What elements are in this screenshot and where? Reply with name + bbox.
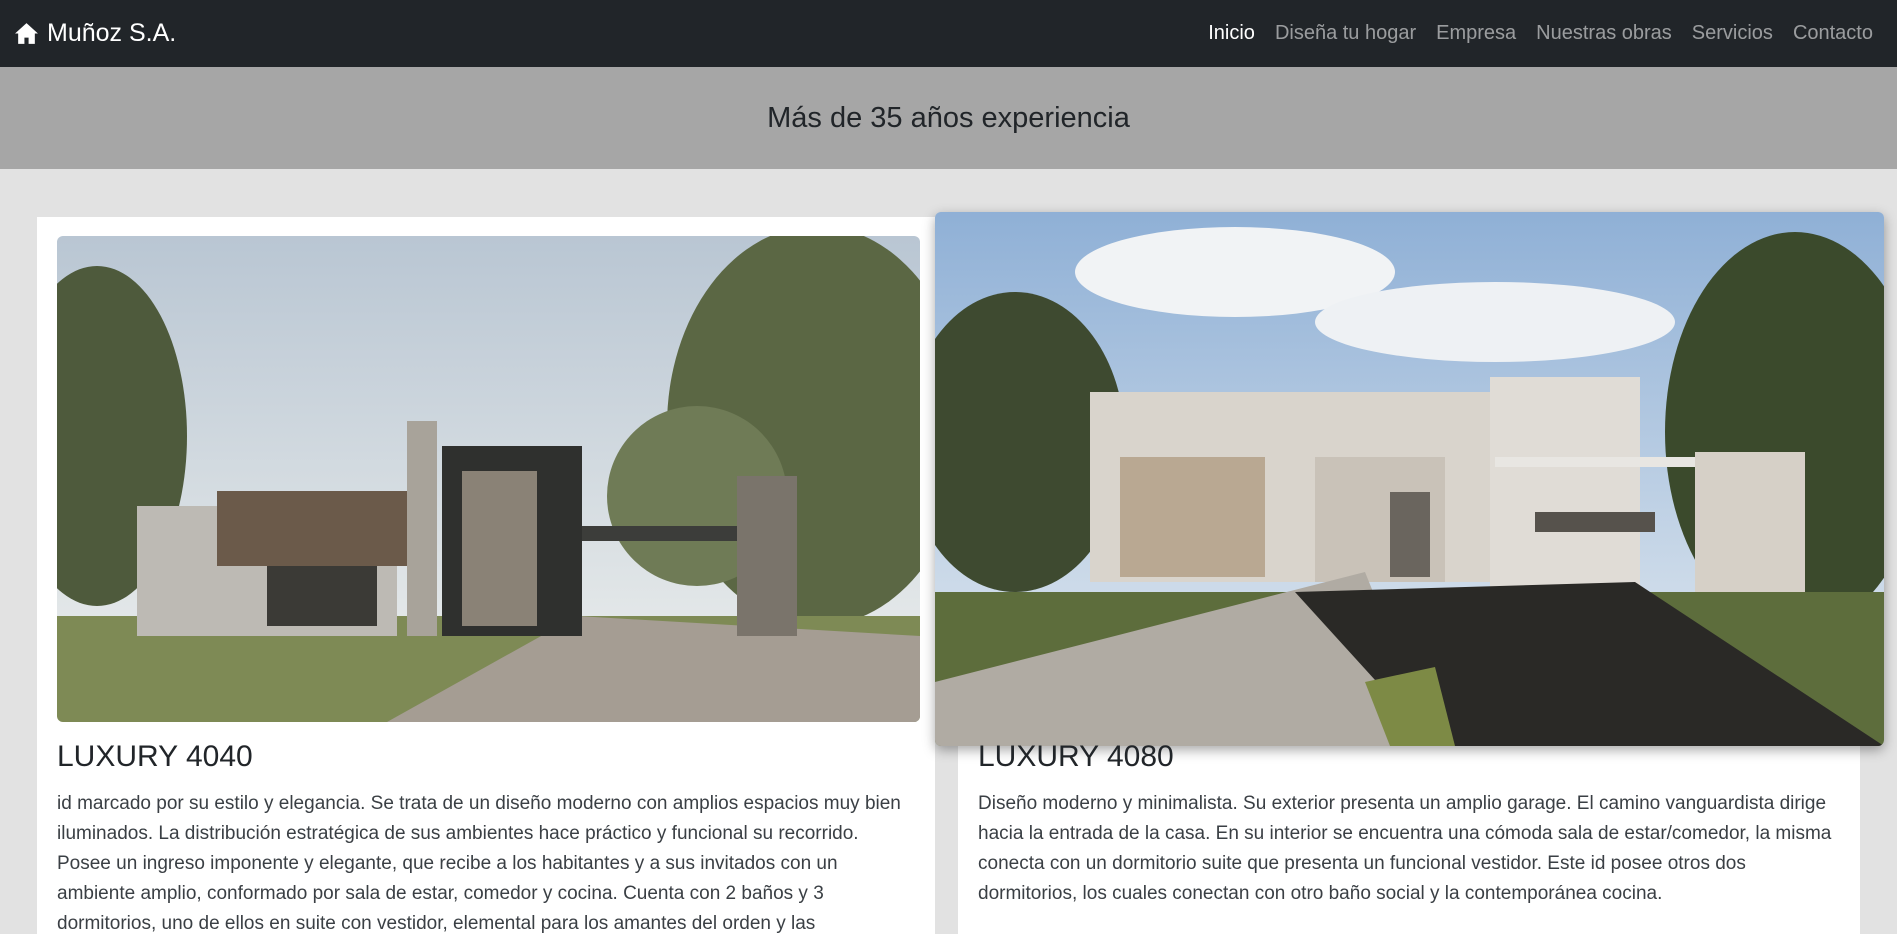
luxury-4040-description: id marcado por su estilo y elegancia. Se… (57, 793, 901, 934)
nav-links: Inicio Diseña tu hogar Empresa Nuestras … (1198, 22, 1873, 45)
nav-link-nuestras-obras[interactable]: Nuestras obras (1526, 22, 1682, 45)
luxury-4040-image[interactable] (57, 236, 920, 722)
luxury-4080-image[interactable] (935, 212, 1884, 746)
luxury-4080-title: LUXURY 4080 (978, 740, 1174, 773)
nav-link-contacto[interactable]: Contacto (1783, 22, 1873, 45)
luxury-4040-title: LUXURY 4040 (57, 740, 253, 773)
brand-link[interactable]: Muñoz S.A. (14, 19, 176, 48)
nav-link-empresa[interactable]: Empresa (1426, 22, 1526, 45)
luxury-4080-description: Diseño moderno y minimalista. Su exterio… (978, 793, 1832, 904)
nav-link-disena-tu-hogar[interactable]: Diseña tu hogar (1265, 22, 1426, 45)
home-icon (15, 23, 38, 44)
nav-link-servicios[interactable]: Servicios (1682, 22, 1783, 45)
hero-banner: Más de 35 años experiencia (0, 67, 1897, 169)
navbar: Muñoz S.A. Inicio Diseña tu hogar Empres… (0, 0, 1897, 67)
brand-name: Muñoz S.A. (47, 19, 177, 47)
hero-title: Más de 35 años experiencia (767, 101, 1130, 134)
nav-link-inicio[interactable]: Inicio (1198, 22, 1265, 45)
